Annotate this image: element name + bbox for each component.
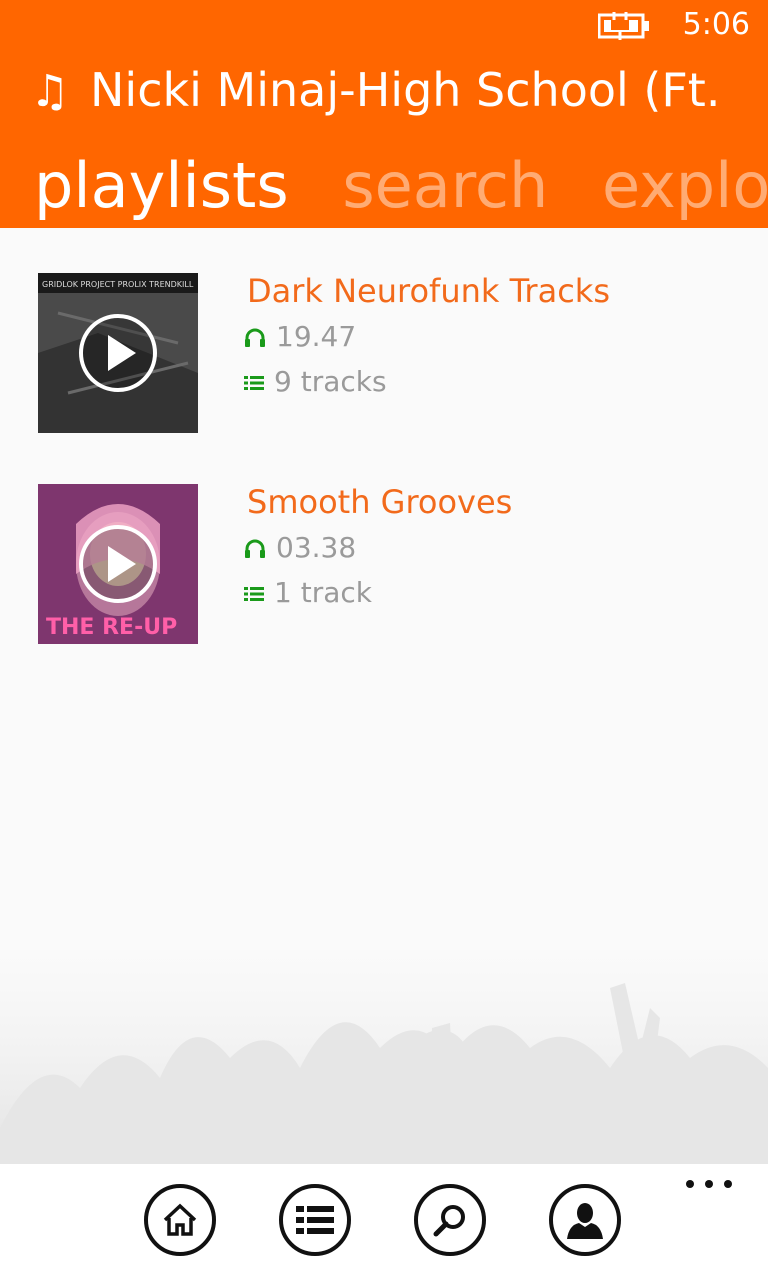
tab-explore[interactable]: explore — [602, 149, 768, 222]
headphones-icon — [245, 328, 265, 347]
playlists-panel: GRIDLOK PROJECT PROLIX TRENDKILL Dark Ne… — [0, 228, 768, 1164]
list-icon — [244, 587, 264, 601]
search-icon — [433, 1205, 465, 1237]
tab-search[interactable]: search — [342, 149, 548, 222]
now-playing[interactable]: ♫ Nicki Minaj-High School (Ft. — [30, 60, 768, 120]
playlist-title[interactable]: Smooth Grooves — [247, 484, 512, 520]
now-playing-title: Nicki Minaj-High School (Ft. — [90, 63, 721, 117]
more-icon[interactable] — [686, 1180, 732, 1192]
list-icon — [244, 376, 264, 390]
duration-value: 19.47 — [276, 320, 357, 353]
app-bar — [0, 1164, 768, 1280]
profile-button[interactable] — [549, 1184, 621, 1256]
search-button[interactable] — [414, 1184, 486, 1256]
tracks-value: 1 track — [274, 576, 372, 609]
status-bar: 5:06 — [0, 0, 768, 52]
playlist-track-count: 1 track — [244, 577, 372, 609]
profile-icon — [567, 1203, 603, 1239]
pivot-tabs: playlists search explore — [34, 148, 768, 224]
playlist-duration: 19.47 — [244, 321, 356, 353]
playlist-cover: THE RE-UP — [38, 484, 198, 644]
list-icon — [296, 1206, 334, 1234]
play-icon[interactable] — [78, 313, 158, 393]
duration-value: 03.38 — [276, 531, 357, 564]
playlist-title[interactable]: Dark Neurofunk Tracks — [247, 273, 610, 309]
music-note-icon: ♫ — [30, 66, 70, 117]
headphones-icon — [245, 539, 265, 558]
home-button[interactable] — [144, 1184, 216, 1256]
tab-playlists[interactable]: playlists — [34, 149, 289, 222]
tracks-value: 9 tracks — [274, 365, 387, 398]
cover-text: THE RE-UP — [46, 615, 177, 640]
battery-charging-icon — [598, 12, 649, 40]
playlist-track-count: 9 tracks — [244, 366, 387, 398]
playlist-cover: GRIDLOK PROJECT PROLIX TRENDKILL — [38, 273, 198, 433]
cover-text: GRIDLOK PROJECT PROLIX TRENDKILL — [42, 280, 194, 289]
status-clock: 5:06 — [682, 7, 750, 42]
playlist-duration: 03.38 — [244, 532, 356, 564]
play-icon[interactable] — [78, 524, 158, 604]
playlist-item-dark-neurofunk[interactable]: GRIDLOK PROJECT PROLIX TRENDKILL Dark Ne… — [38, 273, 738, 435]
home-icon — [163, 1203, 197, 1236]
playlist-item-smooth-grooves[interactable]: THE RE-UP Smooth Grooves 03.38 1 track — [38, 484, 738, 646]
playlists-button[interactable] — [279, 1184, 351, 1256]
header: ♫ Nicki Minaj-High School (Ft. playlists … — [0, 52, 768, 228]
